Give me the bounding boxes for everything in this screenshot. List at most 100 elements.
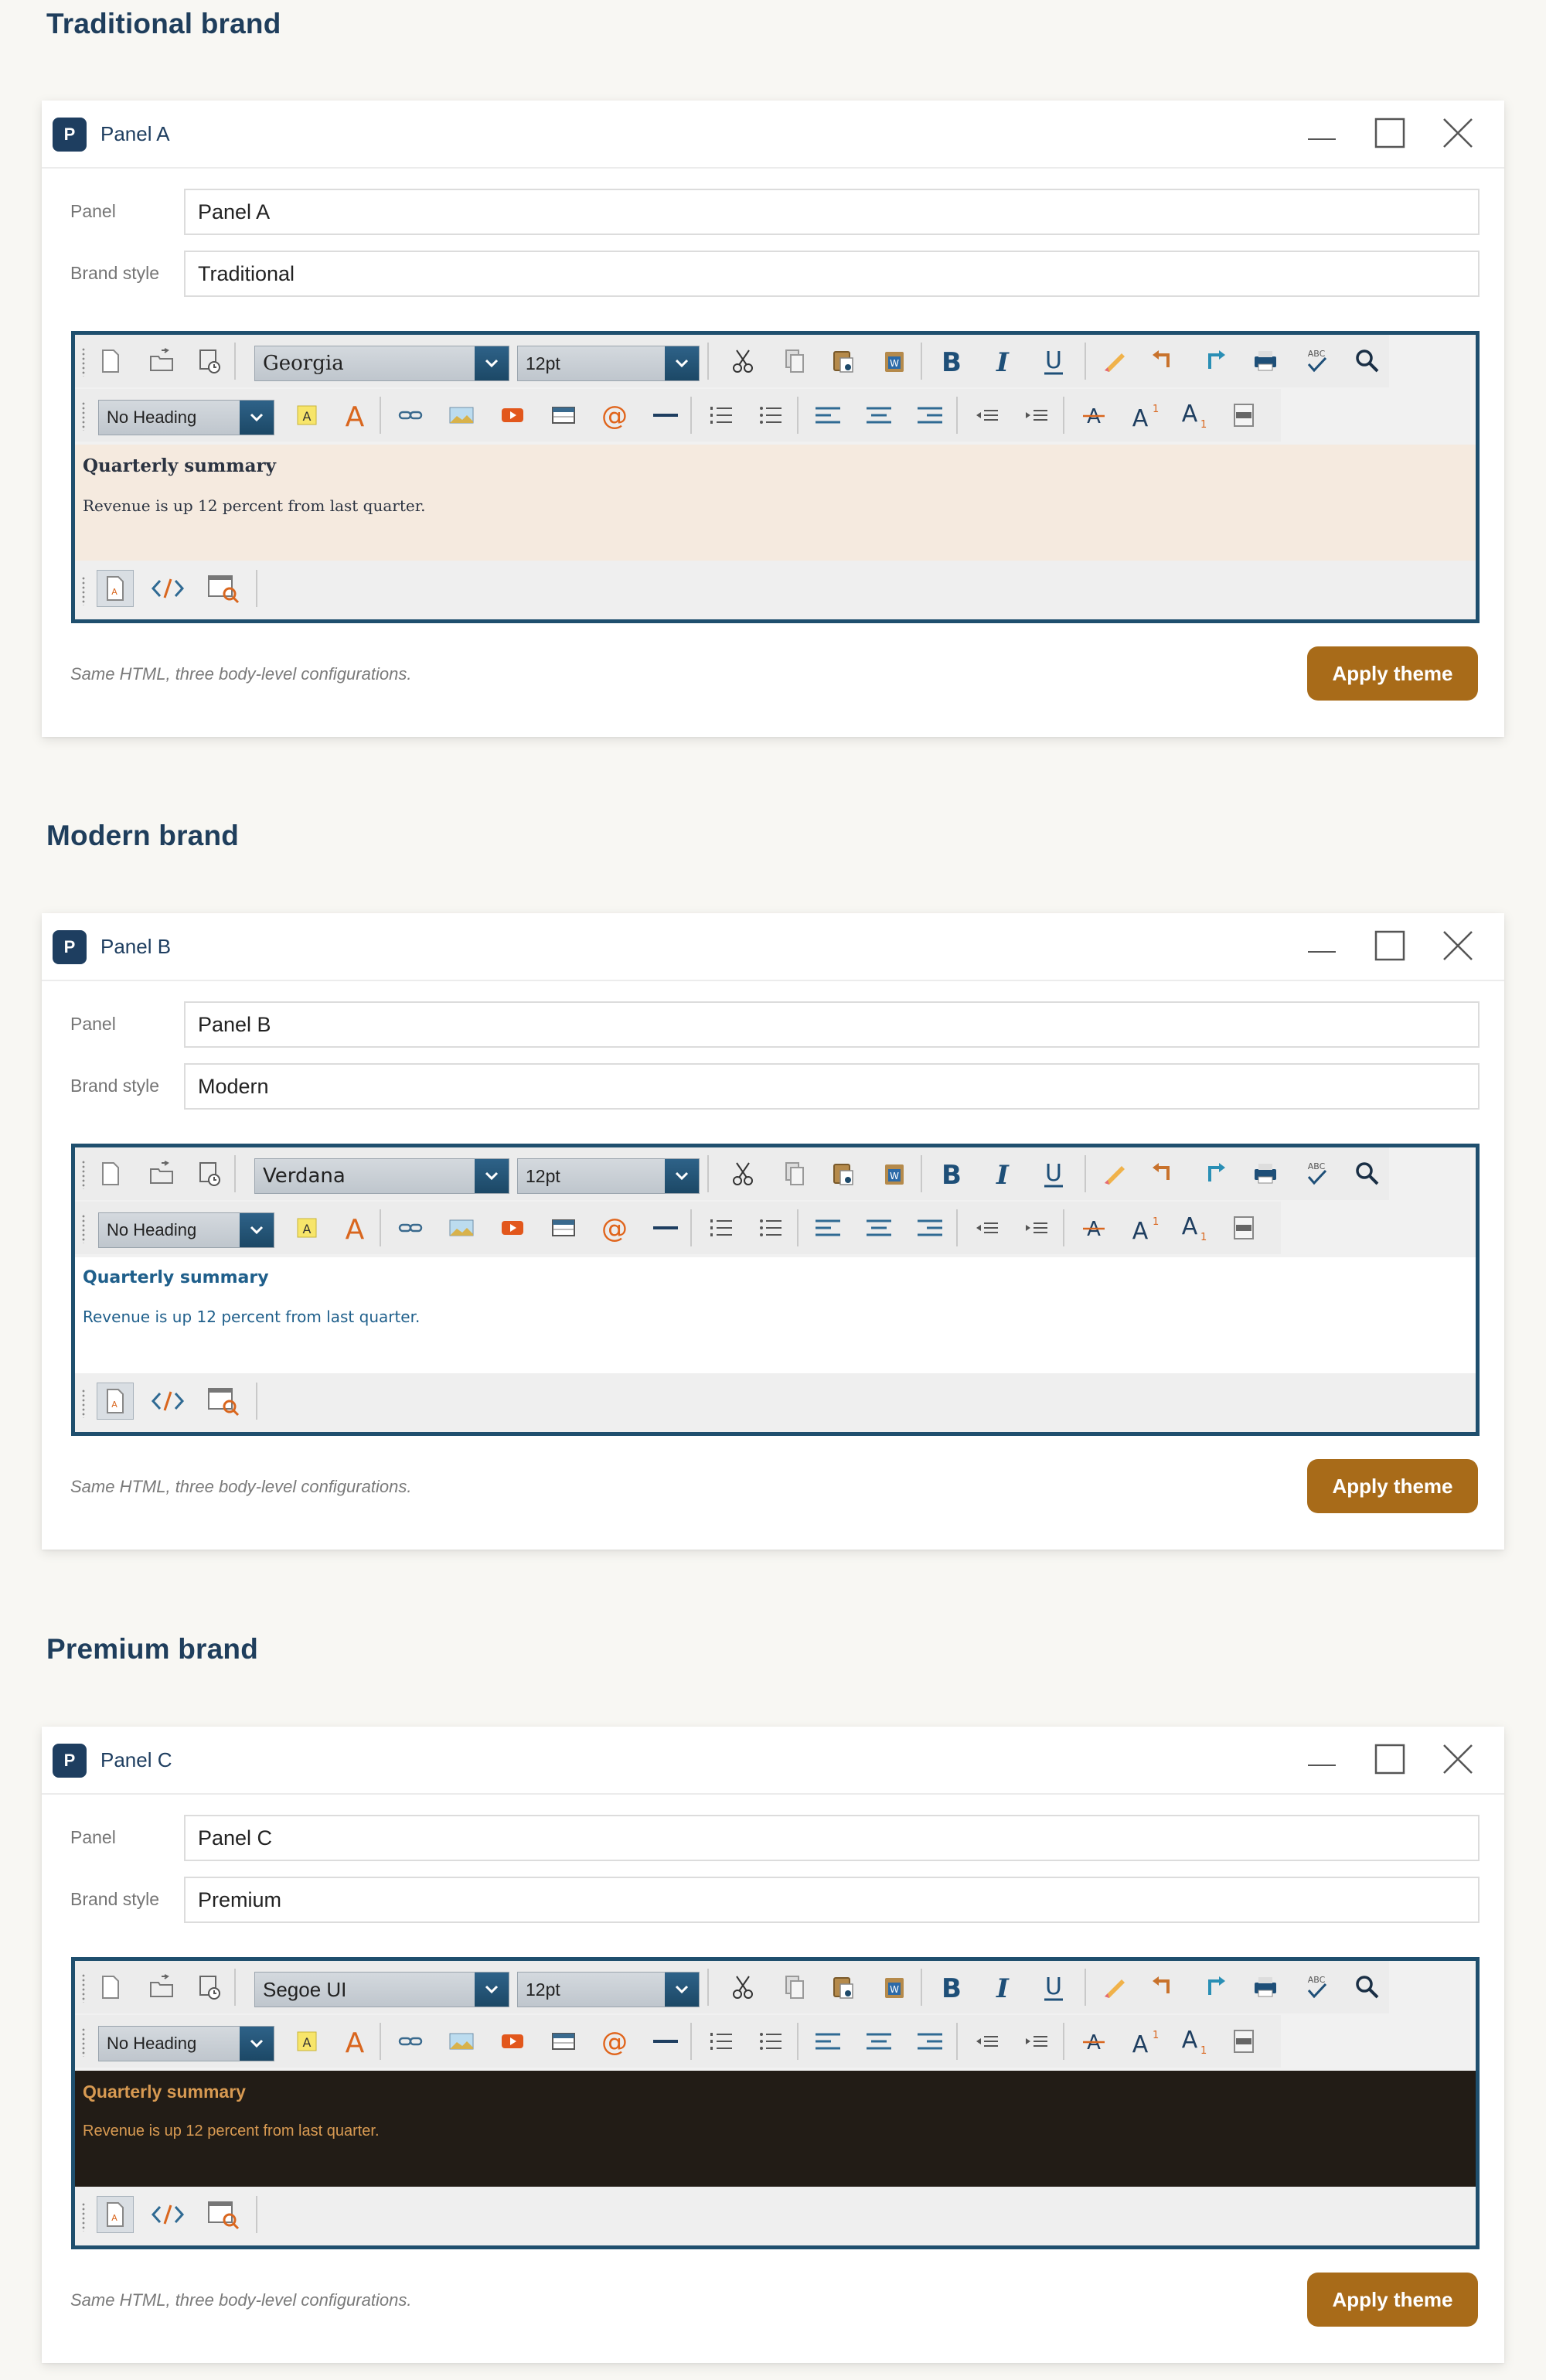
bold-icon[interactable]: B [933, 1969, 970, 2006]
align-right-icon[interactable] [911, 397, 948, 434]
print-icon[interactable] [1247, 343, 1284, 380]
align-center-icon[interactable] [860, 1209, 897, 1246]
outdent-icon[interactable] [969, 2023, 1006, 2060]
underline-icon[interactable]: U [1035, 343, 1072, 380]
indent-icon[interactable] [1018, 2023, 1055, 2060]
copy-icon[interactable] [775, 343, 812, 380]
new-document-icon[interactable] [92, 343, 129, 380]
editor-content-area[interactable]: Quarterly summary Revenue is up 12 perce… [75, 445, 1476, 561]
find-icon[interactable] [1349, 343, 1386, 380]
minimize-button[interactable] [1300, 1737, 1343, 1781]
toolbar-grip[interactable] [81, 1160, 86, 1189]
font-color-icon[interactable]: A [336, 1209, 373, 1246]
maximize-button[interactable] [1368, 1737, 1411, 1781]
maximize-button[interactable] [1368, 111, 1411, 155]
font-family-select[interactable]: Verdana [254, 1158, 509, 1194]
heading-select[interactable]: No Heading [98, 2026, 274, 2061]
superscript-icon[interactable]: A1 [1125, 397, 1162, 434]
toolbar-grip[interactable] [81, 2202, 86, 2232]
spellcheck-icon[interactable]: ABC [1298, 1969, 1335, 2006]
save-icon[interactable] [191, 1969, 228, 2006]
new-document-icon[interactable] [92, 1969, 129, 2006]
ordered-list-icon[interactable] [703, 1209, 740, 1246]
align-left-icon[interactable] [809, 1209, 846, 1246]
horizontal-rule-icon[interactable] [647, 397, 684, 434]
media-icon[interactable] [494, 397, 531, 434]
heading-select[interactable]: No Heading [98, 1212, 274, 1248]
font-color-icon[interactable]: A [336, 2023, 373, 2060]
link-icon[interactable] [392, 2023, 429, 2060]
maximize-button[interactable] [1368, 924, 1411, 967]
close-button[interactable] [1436, 1737, 1480, 1781]
brand-style-input[interactable]: Modern [184, 1063, 1480, 1110]
highlight-color-icon[interactable]: A [288, 397, 325, 434]
design-mode-icon[interactable]: A [97, 2196, 134, 2233]
print-icon[interactable] [1247, 1969, 1284, 2006]
copy-icon[interactable] [775, 1155, 812, 1192]
spellcheck-icon[interactable]: ABC [1298, 1155, 1335, 1192]
horizontal-rule-icon[interactable] [647, 2023, 684, 2060]
media-icon[interactable] [494, 2023, 531, 2060]
superscript-icon[interactable]: A1 [1125, 2023, 1162, 2060]
italic-icon[interactable]: I [984, 1155, 1021, 1192]
minimize-button[interactable] [1300, 924, 1343, 967]
ordered-list-icon[interactable] [703, 397, 740, 434]
brand-style-input[interactable]: Traditional [184, 251, 1480, 297]
toolbar-grip[interactable] [81, 1973, 86, 2003]
underline-icon[interactable]: U [1035, 1969, 1072, 2006]
apply-theme-button[interactable]: Apply theme [1307, 646, 1478, 701]
strikethrough-icon[interactable]: A [1075, 2023, 1112, 2060]
toolbar-grip[interactable] [81, 1214, 86, 1243]
close-button[interactable] [1436, 924, 1480, 967]
undo-icon[interactable] [1145, 1969, 1182, 2006]
open-folder-icon[interactable] [143, 1969, 180, 2006]
toolbar-grip[interactable] [81, 401, 86, 431]
html-mode-icon[interactable] [149, 570, 186, 607]
design-mode-icon[interactable]: A [97, 1383, 134, 1420]
css-class-icon[interactable] [1225, 397, 1262, 434]
css-class-icon[interactable] [1225, 1209, 1262, 1246]
outdent-icon[interactable] [969, 1209, 1006, 1246]
toolbar-grip[interactable] [81, 347, 86, 377]
unordered-list-icon[interactable] [752, 1209, 789, 1246]
font-size-select[interactable]: 12pt [517, 1158, 700, 1194]
toolbar-grip[interactable] [81, 576, 86, 605]
underline-icon[interactable]: U [1035, 1155, 1072, 1192]
apply-theme-button[interactable]: Apply theme [1307, 1459, 1478, 1513]
css-class-icon[interactable] [1225, 2023, 1262, 2060]
align-left-icon[interactable] [809, 2023, 846, 2060]
font-size-select[interactable]: 12pt [517, 1972, 700, 2007]
superscript-icon[interactable]: A1 [1125, 1209, 1162, 1246]
unordered-list-icon[interactable] [752, 2023, 789, 2060]
close-button[interactable] [1436, 111, 1480, 155]
highlight-color-icon[interactable]: A [288, 1209, 325, 1246]
ordered-list-icon[interactable] [703, 2023, 740, 2060]
bold-icon[interactable]: B [933, 1155, 970, 1192]
toolbar-grip[interactable] [81, 2027, 86, 2057]
design-mode-icon[interactable]: A [97, 570, 134, 607]
indent-icon[interactable] [1018, 397, 1055, 434]
cut-icon[interactable] [724, 1155, 761, 1192]
print-icon[interactable] [1247, 1155, 1284, 1192]
find-icon[interactable] [1349, 1155, 1386, 1192]
paste-icon[interactable] [825, 343, 862, 380]
redo-icon[interactable] [1196, 1155, 1233, 1192]
outdent-icon[interactable] [969, 397, 1006, 434]
find-icon[interactable] [1349, 1969, 1386, 2006]
align-left-icon[interactable] [809, 397, 846, 434]
save-icon[interactable] [191, 1155, 228, 1192]
image-icon[interactable] [443, 1209, 480, 1246]
horizontal-rule-icon[interactable] [647, 1209, 684, 1246]
heading-select[interactable]: No Heading [98, 400, 274, 435]
at-symbol-icon[interactable]: @ [596, 397, 633, 434]
format-stripper-icon[interactable] [1095, 1969, 1132, 2006]
table-icon[interactable] [545, 397, 582, 434]
paste-icon[interactable] [825, 1969, 862, 2006]
redo-icon[interactable] [1196, 1969, 1233, 2006]
strikethrough-icon[interactable]: A [1075, 1209, 1112, 1246]
cut-icon[interactable] [724, 1969, 761, 2006]
html-mode-icon[interactable] [149, 1383, 186, 1420]
open-folder-icon[interactable] [143, 343, 180, 380]
subscript-icon[interactable]: A1 [1174, 397, 1211, 434]
table-icon[interactable] [545, 1209, 582, 1246]
